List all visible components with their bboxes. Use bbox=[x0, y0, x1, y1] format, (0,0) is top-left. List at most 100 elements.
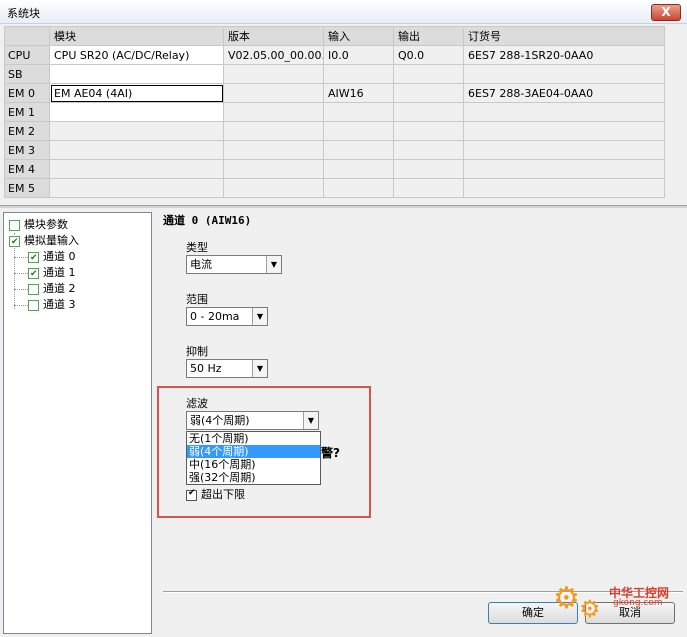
row-slot: EM 3 bbox=[4, 140, 50, 160]
cell-input: AIW16 bbox=[323, 83, 394, 103]
range-select-value: 0 - 20ma bbox=[190, 310, 240, 323]
rejection-select-value: 50 Hz bbox=[190, 362, 222, 375]
table-row[interactable]: EM 4 bbox=[4, 159, 665, 179]
cell-input bbox=[323, 178, 394, 198]
filter-select[interactable]: 弱(4个周期) ▼ bbox=[186, 411, 319, 430]
cell-output bbox=[393, 140, 464, 160]
tree-item-label: 通道 0 bbox=[43, 250, 76, 263]
cell-module[interactable] bbox=[49, 121, 224, 141]
alarm-label-fragment: 警? bbox=[321, 446, 340, 460]
filter-dropdown-list[interactable]: 无(1个周期) 弱(4个周期) 中(16个周期) 强(32个周期) bbox=[186, 431, 321, 485]
chevron-down-icon[interactable]: ▼ bbox=[303, 412, 318, 429]
cell-order bbox=[463, 64, 665, 84]
table-row[interactable]: SB bbox=[4, 64, 665, 84]
window-title: 系统块 bbox=[7, 7, 40, 20]
tree-connector bbox=[14, 273, 28, 274]
cell-input: I0.0 bbox=[323, 45, 394, 65]
row-slot: CPU bbox=[4, 45, 50, 65]
cell-order: 6ES7 288-3AE04-0AA0 bbox=[463, 83, 665, 103]
cancel-button[interactable]: 取消 bbox=[585, 602, 675, 624]
close-icon: X bbox=[661, 5, 671, 19]
filter-select-value: 弱(4个周期) bbox=[190, 414, 250, 427]
range-select[interactable]: 0 - 20ma ▼ bbox=[186, 307, 268, 326]
chevron-down-icon[interactable]: ▼ bbox=[252, 360, 267, 377]
channel-panel: 通道 0 (AIW16) 类型 电流 ▼ 范围 0 - 20ma ▼ 抑制 50… bbox=[157, 212, 684, 634]
tree-item-label: 通道 1 bbox=[43, 266, 76, 279]
checkbox-checked-icon[interactable] bbox=[186, 488, 197, 501]
table-row[interactable]: EM 0 EM AE04 (4AI) AIW16 6ES7 288-3AE04-… bbox=[4, 83, 665, 103]
cell-output bbox=[393, 83, 464, 103]
type-select[interactable]: 电流 ▼ bbox=[186, 255, 282, 274]
cell-version bbox=[223, 83, 324, 103]
cell-input bbox=[323, 159, 394, 179]
divider bbox=[163, 591, 683, 593]
cell-order bbox=[463, 159, 665, 179]
row-slot: EM 0 bbox=[4, 83, 50, 103]
tree-item-label: 通道 3 bbox=[43, 298, 76, 311]
module-grid: 模块 版本 输入 输出 订货号 CPU CPU SR20 (AC/DC/Rela… bbox=[4, 26, 665, 198]
row-slot: EM 5 bbox=[4, 178, 50, 198]
dropdown-option[interactable]: 中(16个周期) bbox=[187, 458, 320, 471]
dropdown-option[interactable]: 无(1个周期) bbox=[187, 432, 320, 445]
tree-item-analog-input[interactable]: 模拟量输入 bbox=[9, 233, 79, 250]
cell-module[interactable] bbox=[49, 159, 224, 179]
grid-header-version: 版本 bbox=[223, 26, 324, 46]
checkbox-icon bbox=[28, 283, 39, 295]
grid-header-output: 输出 bbox=[393, 26, 464, 46]
cell-order bbox=[463, 121, 665, 141]
tree-connector bbox=[14, 289, 28, 290]
dropdown-option-selected[interactable]: 弱(4个周期) bbox=[187, 445, 320, 458]
chevron-down-icon[interactable]: ▼ bbox=[252, 308, 267, 325]
rejection-select[interactable]: 50 Hz ▼ bbox=[186, 359, 268, 378]
type-select-value: 电流 bbox=[190, 258, 212, 271]
cell-version: V02.05.00_00.00... bbox=[223, 45, 324, 65]
grid-header-order: 订货号 bbox=[463, 26, 665, 46]
underflow-checkbox-row[interactable]: 超出下限 bbox=[186, 486, 245, 502]
tree-item-module-params[interactable]: 模块参数 bbox=[9, 217, 68, 233]
tree-item-channel-1[interactable]: 通道 1 bbox=[28, 265, 76, 282]
type-label: 类型 bbox=[186, 241, 208, 254]
row-slot: EM 4 bbox=[4, 159, 50, 179]
filter-label: 滤波 bbox=[186, 397, 208, 410]
cell-version bbox=[223, 121, 324, 141]
grid-header-row: 模块 版本 输入 输出 订货号 bbox=[4, 26, 665, 46]
cell-module[interactable] bbox=[49, 64, 224, 84]
table-row[interactable]: EM 2 bbox=[4, 121, 665, 141]
row-slot: EM 1 bbox=[4, 102, 50, 122]
cell-module-selected[interactable]: EM AE04 (4AI) bbox=[49, 83, 224, 103]
cell-order: 6ES7 288-1SR20-0AA0 bbox=[463, 45, 665, 65]
dropdown-option[interactable]: 强(32个周期) bbox=[187, 471, 320, 484]
checkbox-icon bbox=[9, 219, 20, 231]
checkbox-checked-icon bbox=[28, 266, 39, 282]
tree-item-channel-0[interactable]: 通道 0 bbox=[28, 249, 76, 266]
range-label: 范围 bbox=[186, 293, 208, 306]
table-row[interactable]: EM 5 bbox=[4, 178, 665, 198]
row-slot: SB bbox=[4, 64, 50, 84]
tree-item-channel-2[interactable]: 通道 2 bbox=[28, 281, 76, 297]
table-row[interactable]: CPU CPU SR20 (AC/DC/Relay) V02.05.00_00.… bbox=[4, 45, 665, 65]
rejection-label: 抑制 bbox=[186, 345, 208, 358]
close-button[interactable]: X bbox=[651, 4, 681, 21]
cell-version bbox=[223, 64, 324, 84]
cell-input bbox=[323, 140, 394, 160]
cell-output bbox=[393, 159, 464, 179]
table-row[interactable]: EM 3 bbox=[4, 140, 665, 160]
tree-item-label: 通道 2 bbox=[43, 282, 76, 295]
checkbox-icon bbox=[28, 299, 39, 311]
ok-button[interactable]: 确定 bbox=[488, 602, 578, 624]
cell-order bbox=[463, 178, 665, 198]
tree-item-channel-3[interactable]: 通道 3 bbox=[28, 297, 76, 313]
cell-input bbox=[323, 64, 394, 84]
cell-module[interactable] bbox=[49, 140, 224, 160]
cell-module[interactable] bbox=[49, 102, 224, 122]
row-slot: EM 2 bbox=[4, 121, 50, 141]
splitter-handle[interactable] bbox=[0, 205, 687, 208]
cell-module[interactable]: CPU SR20 (AC/DC/Relay) bbox=[49, 45, 224, 65]
cell-module[interactable] bbox=[49, 178, 224, 198]
window-titlebar: 系统块 X bbox=[0, 0, 687, 24]
grid-header-slot bbox=[4, 26, 50, 46]
table-row[interactable]: EM 1 bbox=[4, 102, 665, 122]
chevron-down-icon[interactable]: ▼ bbox=[266, 256, 281, 273]
tree-item-label: 模块参数 bbox=[24, 218, 68, 231]
checkbox-checked-icon bbox=[9, 234, 20, 250]
